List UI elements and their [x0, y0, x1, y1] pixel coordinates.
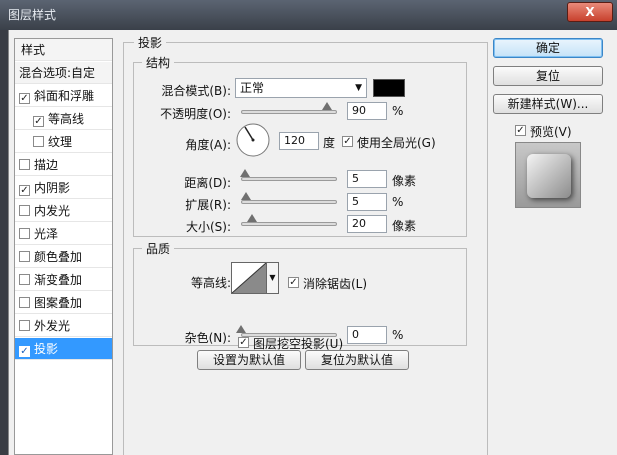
- styles-header[interactable]: 样式: [15, 39, 112, 61]
- gradient-overlay-checkbox[interactable]: [19, 274, 30, 285]
- spread-label: 扩展(R):: [185, 198, 231, 212]
- blend-mode-value: 正常: [240, 81, 265, 95]
- angle-label: 角度(A):: [185, 138, 231, 152]
- bevel-emboss-checkbox[interactable]: ✓: [19, 93, 30, 104]
- size-slider[interactable]: [241, 222, 337, 226]
- drop-shadow-title: 投影: [134, 34, 167, 51]
- reset-button[interactable]: 复位: [493, 66, 603, 86]
- sidebar-item-label: 内发光: [34, 204, 71, 218]
- sidebar-item-outer-glow[interactable]: 外发光: [15, 315, 112, 337]
- anti-alias-checkbox[interactable]: ✓: [288, 277, 299, 288]
- opacity-label: 不透明度(O):: [160, 107, 231, 121]
- chevron-down-icon: ▼: [355, 83, 362, 93]
- angle-input[interactable]: 120: [279, 132, 319, 150]
- sidebar-item-label: 内阴影: [34, 181, 71, 195]
- spread-unit: %: [392, 195, 404, 209]
- sidebar-item-inner-shadow[interactable]: ✓ 内阴影: [15, 177, 112, 199]
- reset-default-button[interactable]: 复位为默认值: [305, 350, 409, 370]
- spread-input[interactable]: 5: [347, 193, 387, 211]
- set-default-button[interactable]: 设置为默认值: [197, 350, 301, 370]
- texture-checkbox[interactable]: [33, 136, 44, 147]
- noise-slider-thumb[interactable]: [236, 325, 246, 333]
- opacity-slider[interactable]: [241, 110, 337, 114]
- anti-alias-label[interactable]: 消除锯齿(L): [303, 275, 367, 292]
- preview-bevel-shape: [527, 154, 571, 198]
- pattern-overlay-checkbox[interactable]: [19, 297, 30, 308]
- sidebar-item-inner-glow[interactable]: 内发光: [15, 200, 112, 222]
- style-preview-thumbnail: [515, 142, 581, 208]
- sidebar-item-label: 光泽: [34, 227, 59, 241]
- contour-checkbox[interactable]: ✓: [33, 116, 44, 127]
- sidebar-item-label: 斜面和浮雕: [34, 89, 95, 103]
- color-overlay-checkbox[interactable]: [19, 251, 30, 262]
- global-light-checkbox[interactable]: ✓: [342, 136, 353, 147]
- distance-slider[interactable]: [241, 177, 337, 181]
- contour-label: 等高线:: [190, 276, 231, 290]
- blend-mode-label: 混合模式(B):: [161, 84, 231, 98]
- knockout-checkbox[interactable]: ✓: [238, 337, 249, 348]
- spread-slider[interactable]: [241, 200, 337, 204]
- close-button[interactable]: X: [567, 2, 613, 22]
- blend-mode-dropdown[interactable]: 正常 ▼: [235, 78, 367, 98]
- noise-input[interactable]: 0: [347, 326, 387, 344]
- angle-unit: 度: [323, 136, 336, 150]
- sidebar-item-contour[interactable]: ✓ 等高线: [15, 108, 112, 130]
- contour-picker[interactable]: [231, 262, 267, 294]
- distance-slider-thumb[interactable]: [240, 169, 250, 177]
- contour-dropdown-chevron-icon[interactable]: ▼: [267, 262, 279, 294]
- sidebar-item-label: 颜色叠加: [34, 250, 83, 264]
- global-light-label[interactable]: 使用全局光(G): [357, 134, 436, 151]
- title-bar: 图层样式 X: [0, 0, 617, 30]
- sidebar-item-drop-shadow[interactable]: ✓ 投影: [15, 338, 112, 360]
- opacity-slider-thumb[interactable]: [322, 102, 333, 110]
- inner-glow-checkbox[interactable]: [19, 205, 30, 216]
- window-title: 图层样式: [8, 8, 57, 22]
- outer-glow-checkbox[interactable]: [19, 320, 30, 331]
- sidebar-item-satin[interactable]: 光泽: [15, 223, 112, 245]
- sidebar-item-bevel-emboss[interactable]: ✓ 斜面和浮雕: [15, 85, 112, 107]
- sidebar-item-label: 投影: [34, 342, 59, 356]
- structure-title: 结构: [142, 54, 175, 71]
- shadow-color-swatch[interactable]: [373, 79, 405, 97]
- opacity-unit: %: [392, 104, 404, 118]
- sidebar-item-label: 纹理: [48, 135, 73, 149]
- preview-checkbox[interactable]: ✓: [515, 125, 526, 136]
- opacity-input[interactable]: 90: [347, 102, 387, 120]
- size-input[interactable]: 20: [347, 215, 387, 233]
- sidebar-item-color-overlay[interactable]: 颜色叠加: [15, 246, 112, 268]
- angle-dial[interactable]: [235, 122, 271, 158]
- sidebar-item-label: 图案叠加: [34, 296, 83, 310]
- size-label: 大小(S):: [185, 220, 231, 234]
- quality-title: 品质: [142, 240, 175, 257]
- size-slider-thumb[interactable]: [247, 214, 257, 222]
- sidebar-item-label: 描边: [34, 158, 59, 172]
- stroke-checkbox[interactable]: [19, 159, 30, 170]
- sidebar-item-label: 等高线: [48, 112, 85, 126]
- layer-style-dialog: 样式 混合选项:自定 ✓ 斜面和浮雕 ✓ 等高线 纹理 描边 ✓ 内阴影 内发光 光泽…: [8, 30, 617, 455]
- blend-options-item[interactable]: 混合选项:自定: [15, 62, 112, 84]
- distance-unit: 像素: [392, 174, 417, 188]
- noise-unit: %: [392, 328, 404, 342]
- spread-slider-thumb[interactable]: [241, 192, 251, 200]
- drop-shadow-checkbox[interactable]: ✓: [19, 346, 30, 357]
- size-unit: 像素: [392, 219, 417, 233]
- sidebar-item-gradient-overlay[interactable]: 渐变叠加: [15, 269, 112, 291]
- distance-input[interactable]: 5: [347, 170, 387, 188]
- sidebar-item-pattern-overlay[interactable]: 图案叠加: [15, 292, 112, 314]
- sidebar-item-label: 渐变叠加: [34, 273, 83, 287]
- ok-button[interactable]: 确定: [493, 38, 603, 58]
- satin-checkbox[interactable]: [19, 228, 30, 239]
- new-style-button[interactable]: 新建样式(W)...: [493, 94, 603, 114]
- sidebar-item-stroke[interactable]: 描边: [15, 154, 112, 176]
- noise-label: 杂色(N):: [184, 331, 231, 345]
- sidebar-item-label: 外发光: [34, 319, 71, 333]
- contour-curve-icon: [231, 262, 267, 294]
- preview-label[interactable]: 预览(V): [530, 123, 572, 140]
- sidebar-item-texture[interactable]: 纹理: [15, 131, 112, 153]
- inner-shadow-checkbox[interactable]: ✓: [19, 185, 30, 196]
- distance-label: 距离(D):: [184, 176, 231, 190]
- styles-list: 样式 混合选项:自定 ✓ 斜面和浮雕 ✓ 等高线 纹理 描边 ✓ 内阴影 内发光 光泽…: [14, 38, 113, 455]
